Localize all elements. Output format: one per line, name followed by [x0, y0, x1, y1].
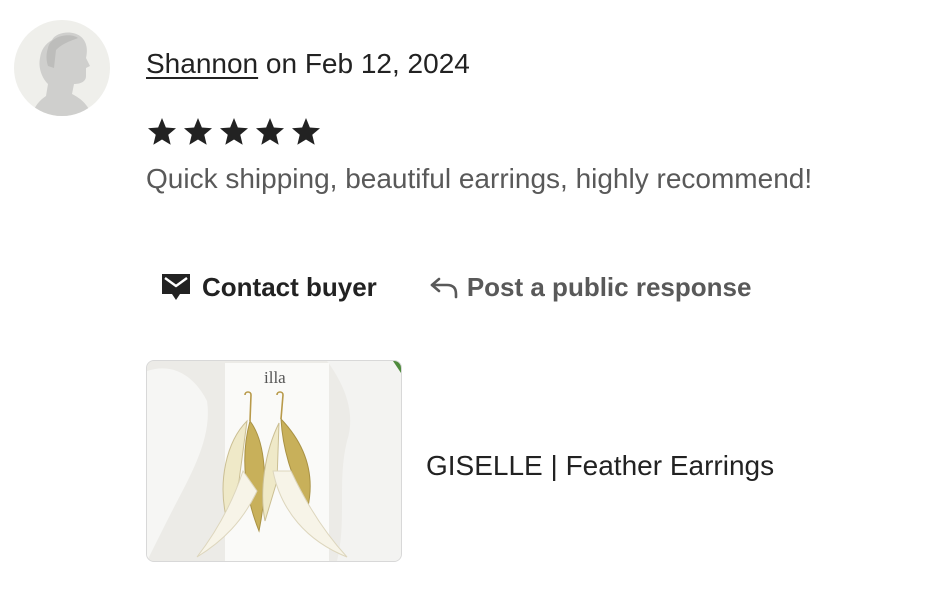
card-brand-text: illa: [264, 368, 286, 387]
star-icon: [256, 118, 284, 145]
person-silhouette-icon: [32, 32, 92, 116]
review-header: Shannon on Feb 12, 2024: [146, 47, 470, 81]
reviewer-name-link[interactable]: Shannon: [146, 48, 258, 79]
reply-arrow-icon: [430, 277, 458, 299]
star-icon: [148, 118, 176, 145]
star-icon: [184, 118, 212, 145]
contact-buyer-label: Contact buyer: [202, 271, 377, 302]
contact-buyer-button[interactable]: Contact buyer: [160, 272, 377, 303]
listing-title-link[interactable]: GISELLE | Feather Earrings: [426, 449, 774, 483]
post-public-response-label: Post a public response: [466, 271, 752, 302]
star-rating: [146, 114, 322, 154]
star-icon: [220, 118, 248, 145]
post-public-response-button[interactable]: Post a public response: [429, 271, 752, 303]
review-text: Quick shipping, beautiful earrings, high…: [146, 163, 813, 194]
envelope-icon: [162, 274, 190, 300]
reviewer-avatar: [14, 20, 110, 116]
feather-earrings-image: illa: [147, 361, 401, 561]
listing-thumbnail[interactable]: illa: [146, 360, 402, 562]
star-icon: [292, 118, 320, 145]
review-date: on Feb 12, 2024: [258, 48, 470, 79]
review-actions: Contact buyer Post a public response: [146, 266, 751, 308]
